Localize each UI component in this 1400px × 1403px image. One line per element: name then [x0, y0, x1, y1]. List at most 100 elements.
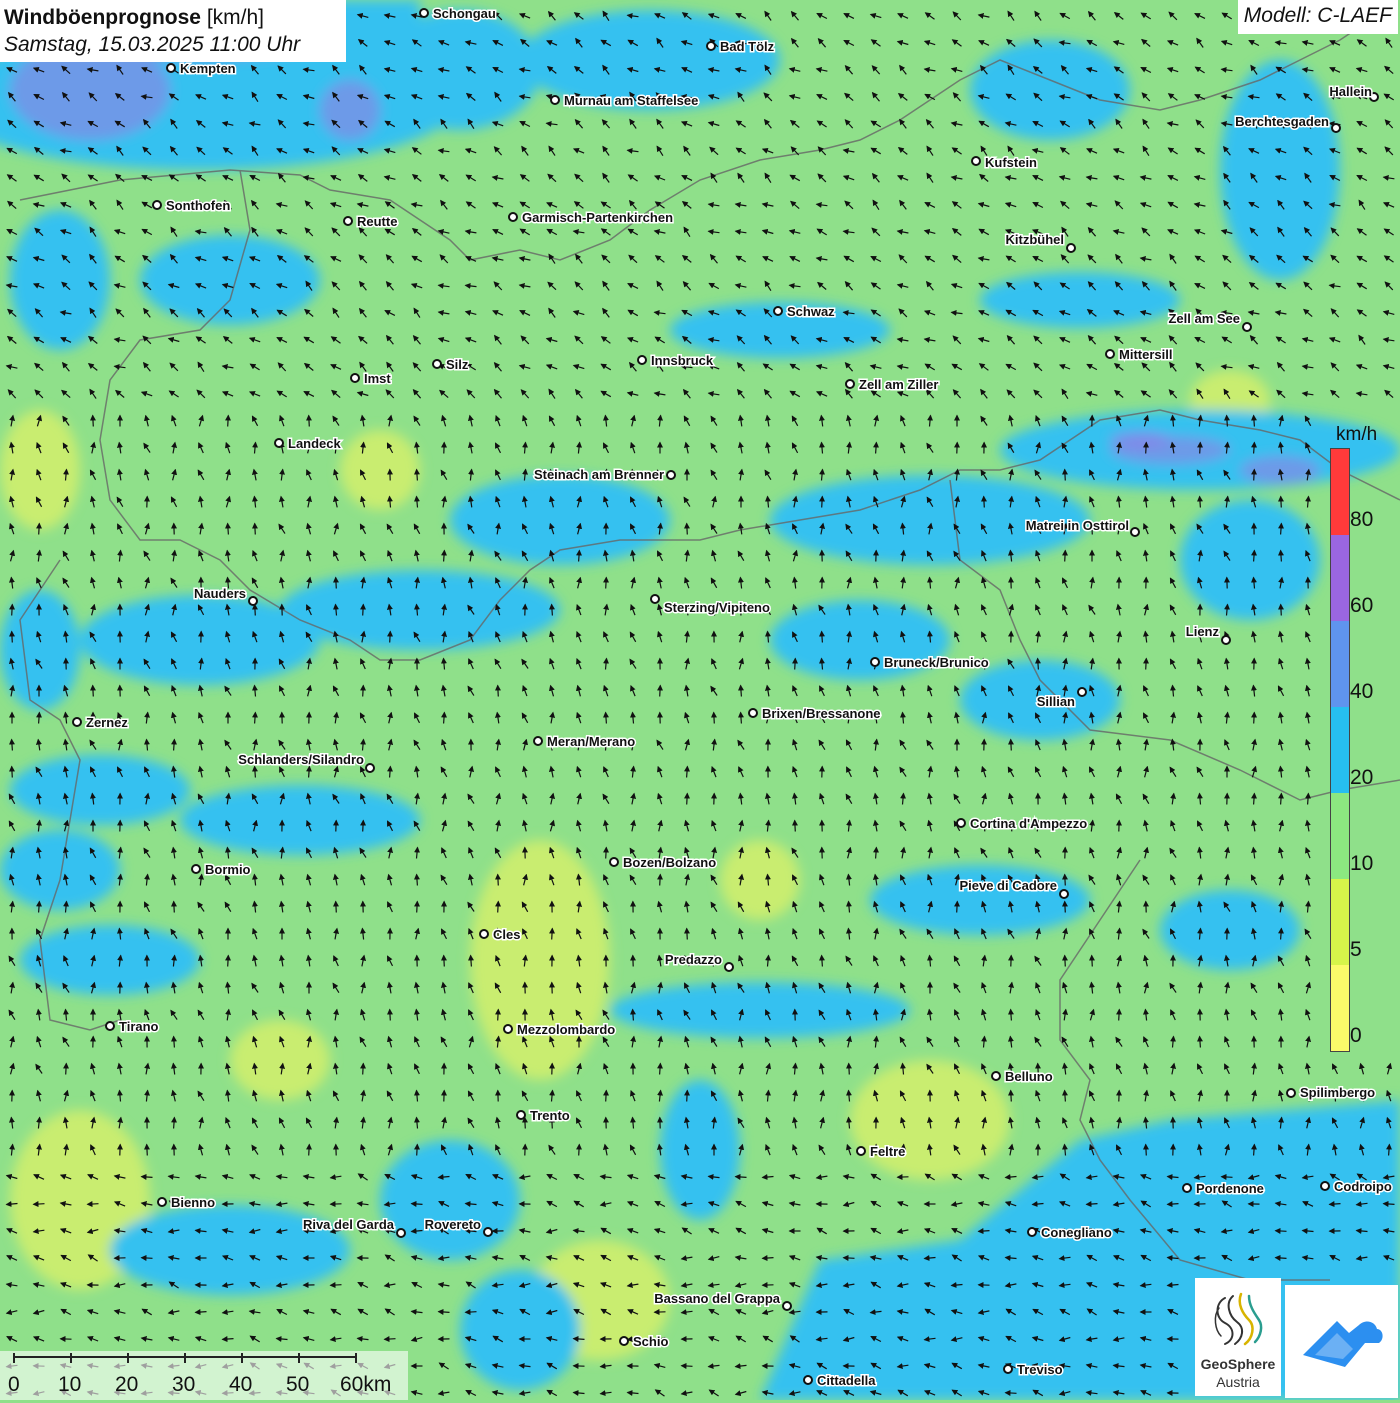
model-label: Modell: C-LAEF: [1238, 0, 1398, 34]
wind-arrow: [142, 1177, 153, 1178]
city-marker[interactable]: Mezzolombardo: [504, 1022, 615, 1037]
city-label: Kitzbühel: [1006, 232, 1065, 247]
city-label: Innsbruck: [651, 353, 714, 368]
city-marker[interactable]: Conegliano: [1028, 1225, 1112, 1240]
city-label: Lienz: [1186, 624, 1220, 639]
wind-arrow: [1254, 794, 1255, 805]
wind-arrow: [1011, 740, 1012, 751]
wind-arrow: [498, 902, 499, 913]
wind-arrow: [606, 578, 607, 589]
wind-arrow: [579, 551, 580, 562]
wind-arrow: [1092, 956, 1093, 967]
wind-arrow: [309, 1145, 310, 1156]
wind-arrow: [1227, 416, 1228, 427]
legend-band: [1331, 793, 1349, 879]
wind-arrow: [714, 713, 715, 724]
city-marker[interactable]: Murnau am Staffelsee: [551, 93, 698, 108]
legend-label: 20: [1350, 766, 1373, 790]
city-dot: [1222, 636, 1230, 644]
city-marker[interactable]: Brixen/Bressanone: [749, 706, 881, 721]
city-label: Schongau: [433, 6, 496, 21]
wind-arrow: [984, 497, 985, 508]
city-dot: [972, 157, 980, 165]
city-label: Berchtesgaden: [1235, 114, 1329, 129]
wind-arrow: [822, 632, 823, 643]
city-label: Schio: [633, 1334, 668, 1349]
scale-label: 30: [172, 1373, 195, 1397]
city-dot: [344, 217, 352, 225]
city-label: Murnau am Staffelsee: [564, 93, 698, 108]
logo-country: Austria: [1195, 1374, 1281, 1390]
wind-arrow: [466, 1312, 477, 1313]
city-marker[interactable]: Meran/Merano: [534, 734, 635, 749]
city-dot: [153, 201, 161, 209]
city-label: Brixen/Bressanone: [762, 706, 881, 721]
city-dot: [857, 1147, 865, 1155]
wind-gust-map[interactable]: SchongauBad TölzKemptenMurnau am Staffel…: [0, 0, 1400, 1400]
scale-label: 20: [115, 1373, 138, 1397]
wind-arrow: [579, 1145, 580, 1156]
scale-label: 0: [8, 1373, 20, 1397]
legend-label: 60: [1350, 594, 1373, 618]
city-label: Matrei in Osttirol: [1026, 518, 1129, 533]
city-dot: [366, 764, 374, 772]
wind-arrow: [39, 713, 40, 724]
city-label: Rovereto: [425, 1217, 481, 1232]
city-marker[interactable]: Bozen/Bolzano: [610, 855, 716, 870]
wind-arrow: [228, 956, 229, 967]
legend-band: [1331, 965, 1349, 1051]
city-marker[interactable]: Cortina d'Ampezzo: [957, 816, 1087, 831]
wind-arrow: [1006, 1393, 1017, 1394]
brand-logo[interactable]: [1285, 1285, 1398, 1398]
wind-arrow: [498, 875, 499, 886]
city-label: Cles: [493, 927, 520, 942]
wind-arrow: [1281, 551, 1282, 562]
wind-arrow: [417, 470, 418, 481]
wind-arrow: [39, 902, 40, 913]
city-marker[interactable]: Hallein: [1329, 84, 1378, 101]
legend-label: 40: [1350, 680, 1373, 704]
city-marker[interactable]: Garmisch-Partenkirchen: [509, 210, 673, 225]
logo-name: GeoSphere: [1195, 1356, 1281, 1372]
wind-arrow: [1146, 443, 1147, 454]
city-marker[interactable]: Bruneck/Brunico: [871, 655, 989, 670]
city-label: Mittersill: [1119, 347, 1172, 362]
city-label: Imst: [364, 371, 391, 386]
legend-label: 80: [1350, 508, 1373, 532]
wind-arrow: [1038, 659, 1039, 670]
city-dot: [667, 471, 675, 479]
city-dot: [1287, 1089, 1295, 1097]
wind-arrow: [1065, 551, 1066, 562]
city-dot: [504, 1025, 512, 1033]
city-label: Schlanders/Silandro: [238, 752, 364, 767]
legend-label: 0: [1350, 1024, 1362, 1048]
city-dot: [167, 64, 175, 72]
geosphere-logo[interactable]: GeoSphere Austria: [1195, 1278, 1281, 1396]
city-marker[interactable]: Spilimbergo: [1287, 1085, 1375, 1100]
legend-color-bar: [1330, 448, 1350, 1052]
legend-band: [1331, 707, 1349, 793]
wind-arrow: [1200, 1037, 1201, 1048]
city-label: Zernez: [86, 715, 128, 730]
city-label: Sterzing/Vipiteno: [664, 600, 770, 615]
city-label: Silz: [446, 357, 469, 372]
city-marker[interactable]: Zell am Ziller: [846, 377, 938, 392]
wind-arrow: [174, 902, 175, 913]
city-marker[interactable]: Steinach am Brenner: [534, 467, 675, 482]
wind-arrow: [1254, 470, 1255, 481]
city-marker[interactable]: Pordenone: [1183, 1181, 1264, 1196]
wind-arrow: [66, 1064, 67, 1075]
wind-arrow: [682, 1366, 693, 1367]
city-dot: [73, 718, 81, 726]
wind-arrow: [552, 929, 553, 940]
scale-label: 50: [286, 1373, 309, 1397]
title-box: Windböenprognose [km/h] Samstag, 15.03.2…: [0, 0, 346, 62]
city-label: Pieve di Cadore: [959, 878, 1057, 893]
city-dot: [509, 213, 517, 221]
wind-arrow: [822, 497, 823, 508]
wind-arrow: [1254, 416, 1255, 427]
city-dot: [397, 1229, 405, 1237]
wind-arrow: [822, 956, 823, 967]
wind-arrow: [444, 956, 445, 967]
wind-arrow: [12, 632, 13, 643]
